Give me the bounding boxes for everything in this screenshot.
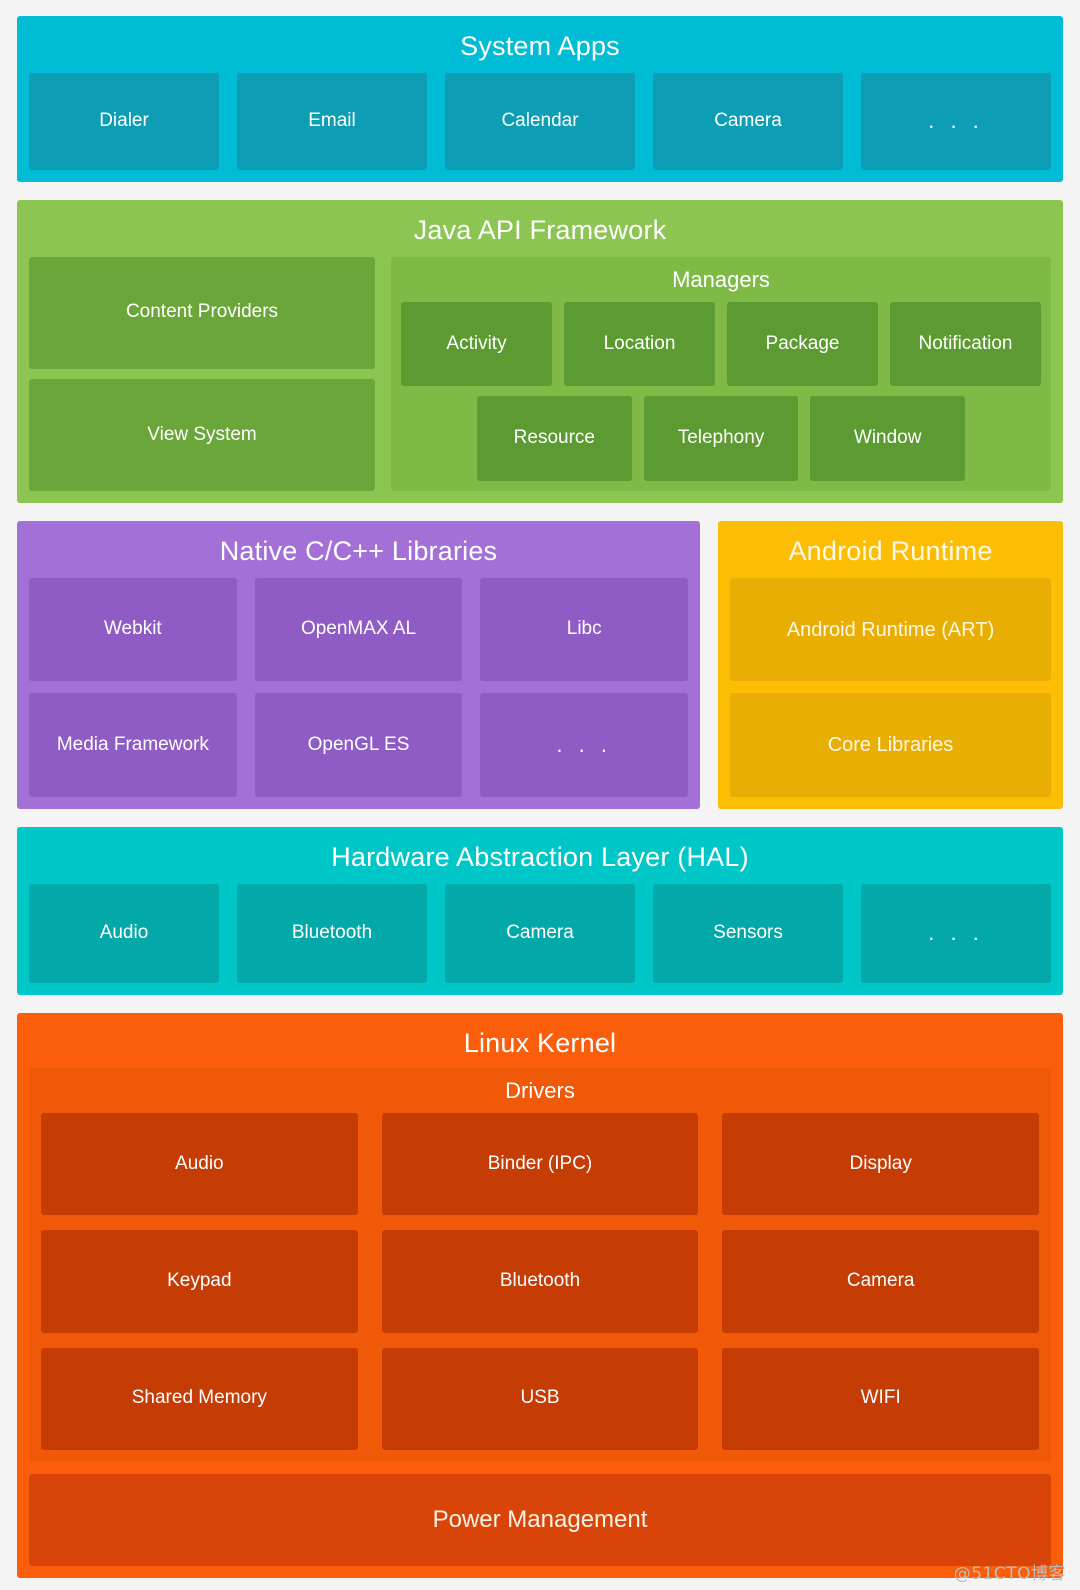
tile-opengl-es[interactable]: OpenGL ES	[254, 693, 463, 797]
tile-more-native-libraries[interactable]: . . .	[480, 693, 689, 797]
managers-row-2: Resource Telephony Window	[401, 396, 1041, 481]
layer-title-linux-kernel: Linux Kernel	[463, 1028, 617, 1058]
layer-system-apps: System Apps Dialer Email Calendar Camera…	[17, 16, 1063, 182]
drivers-group: Drivers Audio Binder (IPC) Display Keypa…	[29, 1067, 1051, 1462]
tile-notification-manager[interactable]: Notification	[890, 301, 1041, 387]
tile-power-management[interactable]: Power Management	[29, 1474, 1051, 1566]
layer-title-hal: Hardware Abstraction Layer (HAL)	[331, 842, 749, 872]
tile-core-libraries[interactable]: Core Libraries	[730, 693, 1051, 797]
tile-hal-bluetooth[interactable]: Bluetooth	[237, 883, 427, 983]
watermark: @51CTO博客	[953, 1564, 1066, 1584]
tile-driver-audio[interactable]: Audio	[41, 1112, 358, 1216]
layer-hardware-abstraction: Hardware Abstraction Layer (HAL) Audio B…	[17, 827, 1063, 995]
tile-more-system-apps[interactable]: . . .	[861, 72, 1051, 170]
layer-android-runtime: Android Runtime Android Runtime (ART) Co…	[718, 521, 1063, 809]
tile-media-framework[interactable]: Media Framework	[29, 693, 237, 797]
tile-hal-sensors[interactable]: Sensors	[653, 883, 843, 983]
layer-title-java-api-framework: Java API Framework	[413, 215, 667, 245]
tile-content-providers[interactable]: Content Providers	[29, 256, 375, 369]
drivers-title: Drivers	[505, 1077, 575, 1103]
layer-title-system-apps: System Apps	[460, 31, 620, 61]
managers-title: Managers	[672, 266, 770, 292]
tile-driver-usb[interactable]: USB	[381, 1347, 699, 1450]
tile-driver-keypad[interactable]: Keypad	[41, 1230, 358, 1333]
system-apps-tile-row: Dialer Email Calendar Camera . . .	[29, 72, 1051, 170]
android-architecture-diagram: System Apps Dialer Email Calendar Camera…	[0, 0, 1080, 1590]
drivers-grid: Audio Binder (IPC) Display Keypad Blueto…	[41, 1112, 1040, 1450]
hal-tile-row: Audio Bluetooth Camera Sensors . . .	[29, 883, 1051, 983]
tile-more-hal[interactable]: . . .	[861, 883, 1051, 983]
drivers-row-1: Audio Binder (IPC) Display	[41, 1112, 1040, 1216]
tile-android-runtime-art[interactable]: Android Runtime (ART)	[730, 577, 1051, 682]
tile-resource-manager[interactable]: Resource	[477, 396, 632, 481]
tile-activity-manager[interactable]: Activity	[401, 301, 552, 387]
layer-title-native-libraries: Native C/C++ Libraries	[219, 536, 498, 566]
managers-group: Managers Activity Location Package Notif…	[391, 256, 1051, 491]
tile-driver-shared-memory[interactable]: Shared Memory	[41, 1347, 358, 1450]
managers-row-1: Activity Location Package Notification	[401, 301, 1041, 387]
tile-package-manager[interactable]: Package	[727, 301, 878, 387]
tile-hal-camera[interactable]: Camera	[445, 883, 635, 983]
native-libraries-grid: Webkit OpenMAX AL Libc Media Framework O…	[29, 577, 689, 797]
tile-view-system[interactable]: View System	[29, 378, 375, 491]
layer-java-api-framework: Java API Framework Content Providers Vie…	[17, 200, 1063, 503]
layer-native-libraries: Native C/C++ Libraries Webkit OpenMAX AL…	[17, 521, 700, 809]
tile-libc[interactable]: Libc	[480, 577, 689, 682]
tile-window-manager[interactable]: Window	[810, 396, 966, 481]
drivers-row-2: Keypad Bluetooth Camera	[41, 1230, 1040, 1333]
tile-camera[interactable]: Camera	[653, 72, 843, 170]
tile-dialer[interactable]: Dialer	[29, 72, 219, 170]
native-libraries-row-1: Webkit OpenMAX AL Libc	[29, 577, 689, 682]
tile-openmax-al[interactable]: OpenMAX AL	[254, 577, 463, 682]
middle-band: Native C/C++ Libraries Webkit OpenMAX AL…	[17, 521, 1063, 809]
android-runtime-column: Android Runtime (ART) Core Libraries	[730, 577, 1051, 797]
layer-linux-kernel: Linux Kernel Drivers Audio Binder (IPC) …	[17, 1013, 1063, 1578]
tile-driver-wifi[interactable]: WIFI	[722, 1347, 1040, 1450]
java-framework-body: Content Providers View System Managers A…	[29, 256, 1051, 491]
tile-driver-display[interactable]: Display	[722, 1112, 1040, 1216]
tile-telephony-manager[interactable]: Telephony	[643, 396, 799, 481]
tile-driver-camera[interactable]: Camera	[722, 1230, 1040, 1333]
tile-location-manager[interactable]: Location	[564, 301, 715, 387]
java-framework-left-column: Content Providers View System	[29, 256, 375, 491]
layer-title-android-runtime: Android Runtime	[788, 536, 993, 566]
drivers-row-3: Shared Memory USB WIFI	[41, 1347, 1040, 1450]
tile-driver-bluetooth[interactable]: Bluetooth	[381, 1230, 699, 1333]
tile-driver-binder-ipc[interactable]: Binder (IPC)	[381, 1112, 699, 1216]
tile-calendar[interactable]: Calendar	[445, 72, 635, 170]
tile-hal-audio[interactable]: Audio	[29, 883, 219, 983]
native-libraries-row-2: Media Framework OpenGL ES . . .	[29, 693, 689, 797]
tile-email[interactable]: Email	[237, 72, 427, 170]
tile-webkit[interactable]: Webkit	[29, 577, 237, 682]
